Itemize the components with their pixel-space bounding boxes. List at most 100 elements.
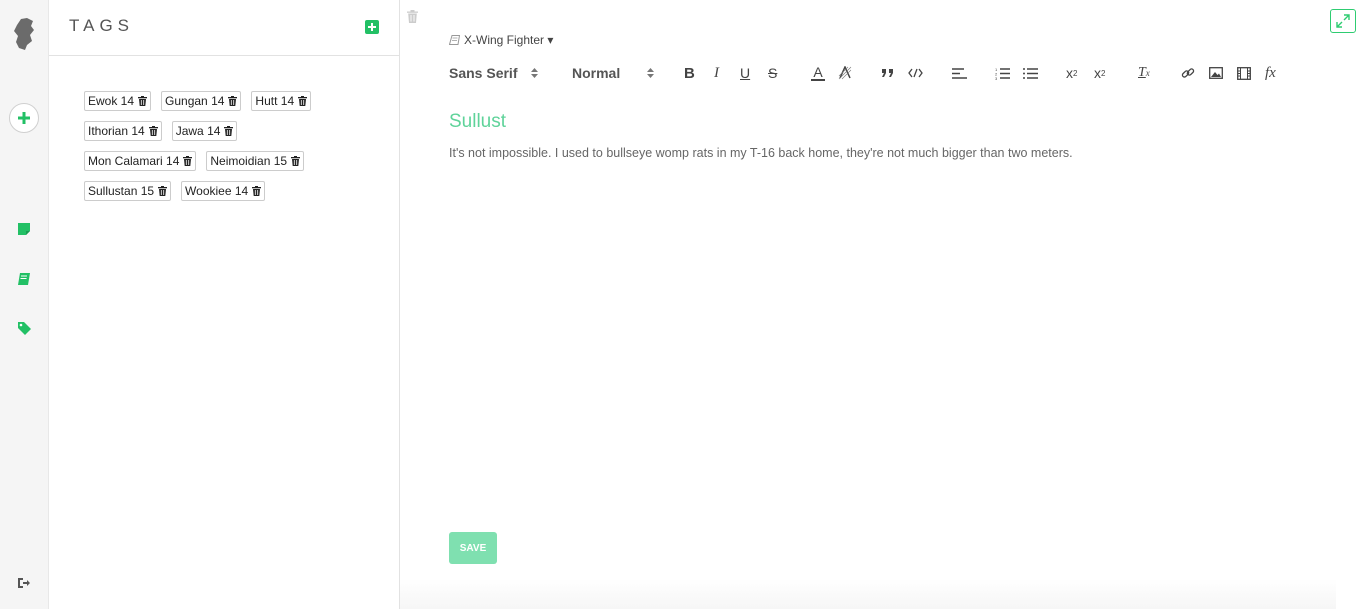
- trash-icon[interactable]: [183, 156, 193, 166]
- trash-icon[interactable]: [224, 126, 234, 136]
- subscript-button[interactable]: x2: [1066, 62, 1077, 84]
- tags-title: TAGS: [69, 16, 135, 35]
- nav-tags[interactable]: [0, 320, 48, 342]
- trash-icon[interactable]: [298, 96, 308, 106]
- tag-list: Ewok 14 Gungan 14 Hutt 14 Ithorian 14 Ja…: [84, 91, 364, 211]
- tag-label: Neimoidian 15: [210, 154, 288, 168]
- formula-button[interactable]: fx: [1265, 62, 1276, 84]
- underline-button[interactable]: U: [740, 62, 750, 84]
- code-block-button[interactable]: [908, 62, 923, 84]
- tag-chip[interactable]: Neimoidian 15: [206, 151, 305, 171]
- tags-panel: TAGS Ewok 14 Gungan 14 Hutt 14 Ithorian …: [49, 0, 400, 609]
- subscript-mark: 2: [1073, 68, 1078, 78]
- tags-header: TAGS: [49, 0, 399, 56]
- tag-label: Ithorian 14: [88, 124, 145, 138]
- tag-chip[interactable]: Wookiee 14: [181, 181, 266, 201]
- tag-label: Hutt 14: [255, 94, 295, 108]
- clear-format-button[interactable]: Tx: [1138, 62, 1150, 84]
- note-editor: X-Wing Fighter ▾ Sans Serif Normal B I U…: [400, 0, 1366, 609]
- svg-text:3: 3: [995, 76, 998, 80]
- superscript-mark: 2: [1101, 68, 1106, 78]
- expand-button[interactable]: [1330, 9, 1356, 33]
- tag-chip[interactable]: Ewok 14: [84, 91, 152, 111]
- bullet-list-icon: [1023, 67, 1038, 79]
- tag-row: Ithorian 14 Jawa 14: [84, 121, 364, 151]
- delete-note-icon[interactable]: [407, 10, 418, 28]
- bold-button[interactable]: B: [684, 62, 695, 84]
- text-color-button[interactable]: A: [811, 62, 825, 84]
- tag-icon: [17, 321, 32, 341]
- superscript-glyph: x: [1094, 65, 1101, 81]
- notebook-selector[interactable]: X-Wing Fighter ▾: [449, 33, 553, 47]
- align-left-icon: [952, 67, 967, 79]
- plus-icon: [368, 23, 376, 31]
- italic-button[interactable]: I: [714, 62, 719, 84]
- image-button[interactable]: [1209, 62, 1223, 84]
- subscript-glyph: x: [1066, 65, 1073, 81]
- trash-icon[interactable]: [138, 96, 148, 106]
- tag-chip[interactable]: Sullustan 15: [84, 181, 172, 201]
- color-underline: [811, 79, 825, 81]
- font-size-value: Normal: [572, 65, 621, 81]
- strike-button[interactable]: S: [768, 62, 777, 84]
- clear-format-glyph: T: [1138, 65, 1146, 80]
- add-tag-button[interactable]: [365, 20, 379, 34]
- trash-icon[interactable]: [158, 186, 168, 196]
- ordered-list-button[interactable]: 123: [995, 62, 1010, 84]
- tag-label: Gungan 14: [165, 94, 225, 108]
- video-button[interactable]: [1237, 62, 1251, 84]
- notebook-icon: [449, 35, 460, 45]
- link-button[interactable]: [1181, 62, 1195, 84]
- code-icon: [908, 68, 923, 78]
- note-title[interactable]: Sullust: [449, 111, 506, 133]
- logout-icon: [17, 576, 31, 594]
- tag-label: Mon Calamari 14: [88, 154, 180, 168]
- left-rail: [0, 0, 49, 609]
- align-button[interactable]: [952, 62, 967, 84]
- tag-chip[interactable]: Hutt 14: [251, 91, 312, 111]
- updown-arrows-icon: [647, 68, 655, 78]
- trash-icon[interactable]: [148, 126, 158, 136]
- new-note-button[interactable]: [0, 103, 48, 133]
- text-color-letter: A: [813, 64, 823, 80]
- font-family-select[interactable]: Sans Serif: [449, 62, 539, 84]
- background-color-button[interactable]: [838, 62, 852, 84]
- notebook-icon: [17, 272, 31, 291]
- tag-row: Mon Calamari 14 Neimoidian 15: [84, 151, 364, 181]
- blockquote-button[interactable]: [881, 62, 895, 84]
- tag-label: Ewok 14: [88, 94, 135, 108]
- nav-notebooks[interactable]: [0, 270, 48, 292]
- rebel-logo-icon[interactable]: [0, 14, 48, 54]
- note-icon: [17, 222, 31, 241]
- font-size-select[interactable]: Normal: [572, 62, 655, 84]
- superscript-button[interactable]: x2: [1094, 62, 1105, 84]
- ordered-list-icon: 123: [995, 67, 1010, 80]
- tag-label: Sullustan 15: [88, 184, 155, 198]
- notebook-name: X-Wing Fighter ▾: [464, 33, 554, 47]
- film-icon: [1237, 66, 1251, 80]
- formatting-toolbar: Sans Serif Normal B I U S A 123 x 2 x 2 …: [449, 62, 1309, 84]
- tag-label: Jawa 14: [175, 124, 221, 138]
- logout-button[interactable]: [0, 574, 48, 596]
- note-body[interactable]: It's not impossible. I used to bullseye …: [449, 146, 1073, 160]
- save-button[interactable]: SAVE: [449, 532, 497, 564]
- tag-chip[interactable]: Gungan 14: [161, 91, 242, 111]
- plus-icon: [9, 103, 39, 133]
- trash-icon[interactable]: [228, 96, 238, 106]
- trash-icon[interactable]: [291, 156, 301, 166]
- font-family-value: Sans Serif: [449, 65, 518, 81]
- tag-label: Wookiee 14: [185, 184, 249, 198]
- link-icon: [1181, 68, 1195, 78]
- bullet-list-button[interactable]: [1023, 62, 1038, 84]
- tag-row: Ewok 14 Gungan 14 Hutt 14: [84, 91, 364, 121]
- nav-notes[interactable]: [0, 220, 48, 242]
- updown-arrows-icon: [531, 68, 539, 78]
- tag-chip[interactable]: Jawa 14: [171, 121, 238, 141]
- bottom-shadow: [400, 579, 1336, 609]
- expand-icon: [1336, 14, 1350, 28]
- highlight-icon: [838, 66, 852, 80]
- clear-format-mark: x: [1145, 68, 1150, 78]
- trash-icon[interactable]: [252, 186, 262, 196]
- tag-chip[interactable]: Ithorian 14: [84, 121, 162, 141]
- tag-chip[interactable]: Mon Calamari 14: [84, 151, 197, 171]
